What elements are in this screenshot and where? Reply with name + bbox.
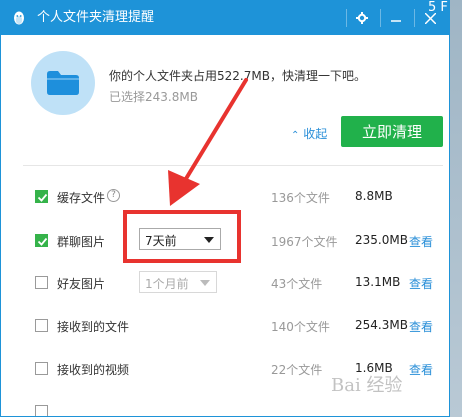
window-title: 个人文件夹清理提醒 — [37, 10, 155, 25]
list-item: 接收到的文件 140个文件 254.3MB 查看 — [1, 311, 449, 341]
row-size: 254.3MB — [355, 318, 408, 332]
checkmark-icon — [37, 193, 48, 202]
gear-icon — [356, 12, 368, 24]
row-label: 接收到的文件 — [57, 320, 130, 334]
friend-images-checkbox[interactable] — [35, 276, 48, 289]
checkmark-icon — [37, 237, 48, 246]
next-row-checkbox[interactable] — [35, 405, 48, 416]
row-label: 缓存文件 — [57, 191, 106, 205]
group-images-checkbox[interactable] — [35, 234, 48, 247]
help-question-icon[interactable]: ? — [107, 189, 120, 202]
cache-files-checkbox[interactable] — [35, 190, 48, 203]
selected-size-text: 已选择243.8MB — [109, 90, 198, 104]
annotation-highlight-box — [123, 210, 241, 263]
row-size: 13.1MB — [355, 275, 401, 289]
view-link[interactable]: 查看 — [409, 361, 433, 378]
row-size: 8.8MB — [355, 189, 393, 203]
dropdown-value: 1个月前 — [145, 277, 189, 291]
row-label: 群聊图片 — [57, 235, 106, 249]
received-files-checkbox[interactable] — [35, 319, 48, 332]
minimize-icon — [391, 20, 401, 22]
row-file-count: 1967个文件 — [271, 235, 338, 249]
row-file-count: 140个文件 — [271, 320, 330, 334]
list-item — [1, 397, 449, 416]
usage-summary-text: 你的个人文件夹占用522.7MB，快清理一下吧。 — [109, 69, 366, 83]
row-size: 235.0MB — [355, 233, 408, 247]
clean-now-button[interactable]: 立即清理 — [341, 116, 443, 147]
title-bar: 个人文件夹清理提醒 — [1, 1, 449, 35]
chevron-up-icon: ⌃ — [291, 130, 300, 141]
folder-illustration — [31, 51, 95, 115]
background-window-text: 5 F — [428, 0, 448, 15]
view-link[interactable]: 查看 — [409, 275, 433, 292]
collapse-label: 收起 — [303, 127, 328, 141]
cleanup-reminder-window: 个人文件夹清理提醒 你的个人文件夹占用522.7MB，快清理一下吧。 已选择24… — [0, 0, 450, 417]
dropdown-arrow-icon — [200, 280, 210, 286]
row-file-count: 136个文件 — [271, 191, 330, 205]
view-link[interactable]: 查看 — [409, 233, 433, 250]
view-link[interactable]: 查看 — [409, 318, 433, 335]
list-item: 好友图片 1个月前 43个文件 13.1MB 查看 — [1, 268, 449, 298]
section-divider — [23, 165, 443, 166]
collapse-link[interactable]: ⌃ 收起 — [291, 125, 327, 142]
qq-penguin-logo-icon — [14, 11, 24, 25]
baidu-watermark: Bai 经验 — [331, 375, 403, 396]
received-videos-checkbox[interactable] — [35, 362, 48, 375]
folder-icon — [47, 71, 79, 95]
friend-images-age-dropdown[interactable]: 1个月前 — [139, 271, 217, 293]
row-file-count: 43个文件 — [271, 277, 323, 291]
list-item: 缓存文件 ? 136个文件 8.8MB — [1, 182, 449, 212]
row-file-count: 22个文件 — [271, 363, 323, 377]
background-window-edge — [450, 0, 462, 417]
settings-gear-button[interactable] — [347, 1, 377, 35]
row-label: 好友图片 — [57, 277, 106, 291]
minimize-button[interactable] — [381, 1, 411, 35]
row-label: 接收到的视频 — [57, 363, 130, 377]
